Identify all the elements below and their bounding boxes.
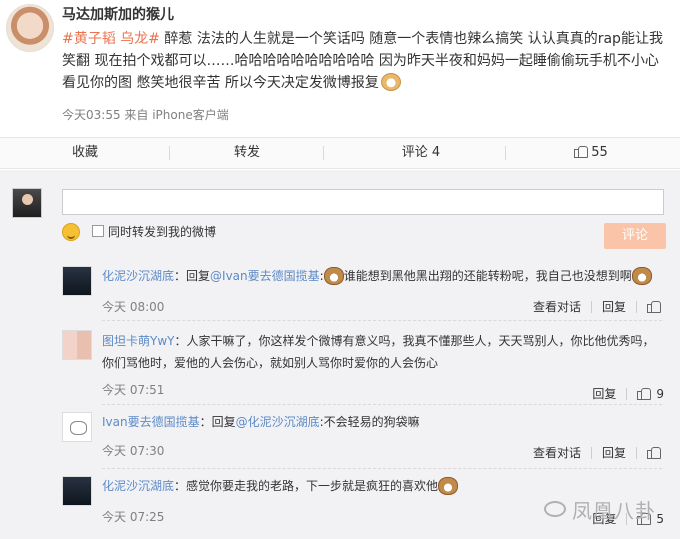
comment-label: 评论 4 xyxy=(401,145,441,160)
commenter-name[interactable]: 图坦卡萌YwY xyxy=(102,334,174,348)
view-dialog-link[interactable]: 查看对话 xyxy=(533,300,581,314)
weibo-post: 马达加斯加的猴儿 #黄子韬 乌龙# 醉惹 法法的人生就是一个笑话吗 随意一个表情… xyxy=(0,0,680,137)
commenter-name[interactable]: 化泥沙沉湖底 xyxy=(102,269,174,283)
comment-text: Ivan要去德国揽基：回复@化泥沙沉湖底:不会轻易的狗袋嘛 xyxy=(102,412,662,432)
my-avatar xyxy=(12,188,42,218)
view-dialog-link[interactable]: 查看对话 xyxy=(533,446,581,460)
commenter-name[interactable]: Ivan要去德国揽基 xyxy=(102,415,200,429)
dog-emoji-icon xyxy=(631,267,652,285)
comment-time: 今天 07:30 xyxy=(102,444,165,458)
post-meta: 今天03:55 来自 iPhone客户端 xyxy=(62,108,229,122)
reply-link[interactable]: 回复 xyxy=(602,446,626,460)
post-text: #黄子韬 乌龙# 醉惹 法法的人生就是一个笑话吗 随意一个表情也辣么搞笑 认认真… xyxy=(62,28,667,94)
comment-item: 图坦卡萌YwY：人家干嘛了，你这样发个微博有意义吗，我真不懂那些人，天天骂别人，… xyxy=(62,330,664,405)
comment-button[interactable]: 评论 4 xyxy=(336,138,506,168)
dog-emoji-icon xyxy=(438,477,459,495)
dog-emoji-icon xyxy=(323,267,344,285)
commenter-name[interactable]: 化泥沙沉湖底 xyxy=(102,479,174,493)
thumb-up-icon xyxy=(574,145,589,158)
commenter-avatar[interactable] xyxy=(62,330,92,360)
comment-item: 化泥沙沉湖底：回复@Ivan要去德国揽基: 谁能想到黑他黑出翔的还能转粉呢，我自己… xyxy=(62,266,664,321)
emoji-picker-icon[interactable] xyxy=(62,223,80,241)
topic-link[interactable]: #黄子韬 乌龙# xyxy=(62,31,160,47)
comment-time: 今天 07:25 xyxy=(102,510,165,524)
divider xyxy=(102,320,662,321)
forward-button[interactable]: 转发 xyxy=(162,138,332,168)
author-avatar[interactable] xyxy=(6,4,54,52)
divider xyxy=(102,404,662,405)
watermark: 凤凰八卦 xyxy=(572,499,656,523)
comment-text: 图坦卡萌YwY：人家干嘛了，你这样发个微博有意义吗，我真不懂那些人，天天骂别人，… xyxy=(102,330,662,374)
forward-label: 转发 xyxy=(233,145,260,160)
thumb-up-icon[interactable] xyxy=(647,446,661,459)
comment-time: 今天 08:00 xyxy=(102,300,165,314)
comment-prefix: ： xyxy=(174,334,187,348)
comment-text: 化泥沙沉湖底：感觉你要走我的老路，下一步就是疯狂的喜欢他 xyxy=(102,476,662,496)
reply-link[interactable]: 回复 xyxy=(592,387,616,401)
like-count: 55 xyxy=(591,145,608,160)
comment-body: 感觉你要走我的老路，下一步就是疯狂的喜欢他 xyxy=(186,479,439,493)
comment-text: 化泥沙沉湖底：回复@Ivan要去德国揽基: 谁能想到黑他黑出翔的还能转粉呢，我自己… xyxy=(102,266,662,286)
collect-button[interactable]: 收藏 xyxy=(0,138,170,168)
comment-body: 谁能想到黑他黑出翔的还能转粉呢，我自己也没想到啊 xyxy=(343,269,632,283)
mention-link[interactable]: @化泥沙沉湖底 xyxy=(236,415,320,429)
post-action-bar: 收藏 转发 评论 4 55 xyxy=(0,137,680,169)
like-button[interactable]: 55 xyxy=(506,138,676,168)
like-count: 9 xyxy=(656,387,664,401)
comment-item: Ivan要去德国揽基：回复@化泥沙沉湖底:不会轻易的狗袋嘛 今天 07:30 查… xyxy=(62,412,664,469)
reply-link[interactable]: 回复 xyxy=(602,300,626,314)
comment-input[interactable] xyxy=(62,189,664,215)
forward-checkbox-label: 同时转发到我的微博 xyxy=(108,225,217,239)
comment-prefix: ：回复 xyxy=(199,415,236,429)
author-name[interactable]: 马达加斯加的猴儿 xyxy=(62,4,174,24)
commenter-avatar[interactable] xyxy=(62,476,92,506)
commenter-avatar[interactable] xyxy=(62,412,92,442)
watermark-logo-icon xyxy=(544,501,566,517)
commenter-avatar[interactable] xyxy=(62,266,92,296)
comment-prefix: ： xyxy=(174,479,187,493)
thumb-up-icon[interactable] xyxy=(637,387,652,400)
comment-ops: 查看对话 回复 xyxy=(523,298,664,315)
comment-time: 今天 07:51 xyxy=(102,383,165,397)
comment-submit-button[interactable]: 评论 xyxy=(604,223,666,249)
comment-body: :不会轻易的狗袋嘛 xyxy=(319,415,420,429)
collect-label: 收藏 xyxy=(71,145,98,160)
comment-ops: 查看对话 回复 xyxy=(523,444,664,461)
divider xyxy=(102,468,662,469)
doge-emoji-icon xyxy=(380,73,401,91)
mention-link[interactable]: @Ivan要去德国揽基 xyxy=(210,269,320,283)
thumb-up-icon[interactable] xyxy=(647,300,661,313)
forward-checkbox[interactable] xyxy=(92,225,104,237)
comment-ops: 回复 9 xyxy=(582,385,664,402)
comment-prefix: ：回复 xyxy=(174,269,211,283)
like-count: 5 xyxy=(656,512,664,526)
